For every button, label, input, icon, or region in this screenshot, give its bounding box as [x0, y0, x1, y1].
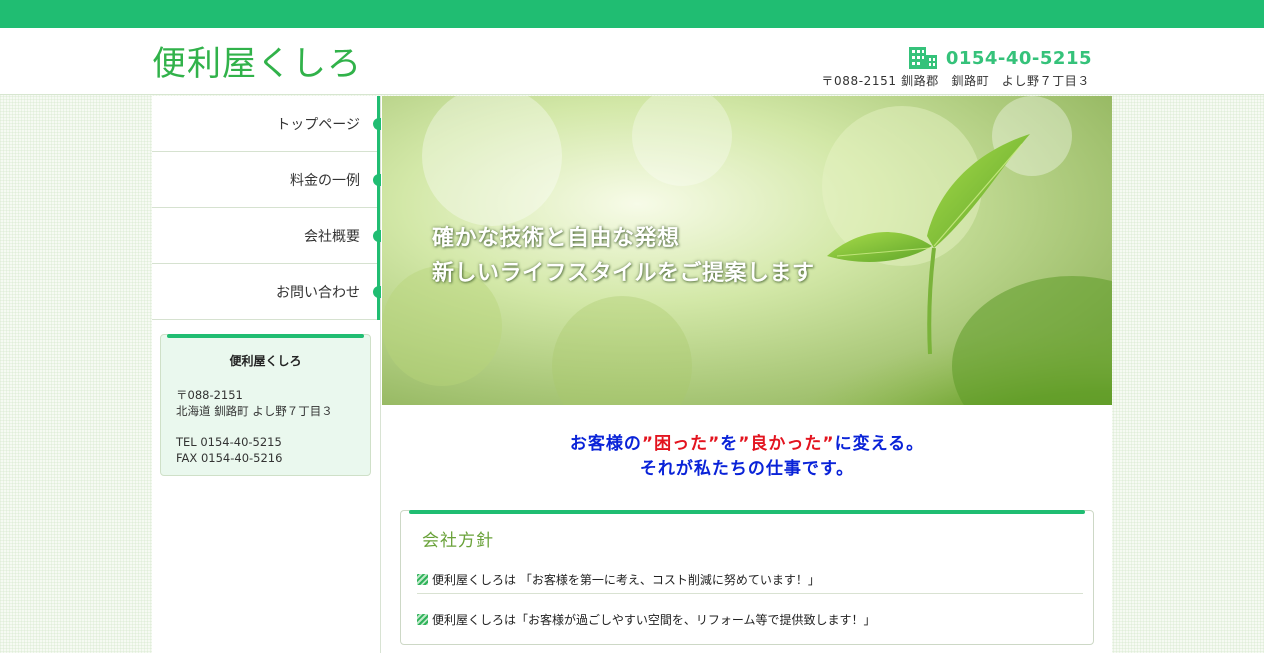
nav-item-label: トップページ: [276, 116, 360, 133]
policy-item-text: 便利屋くしろは 「お客様を第一に考え、コスト削減に努めています！」: [432, 573, 820, 587]
nav-item-contact[interactable]: お問い合わせ: [152, 264, 381, 320]
catchphrase-line1: お客様の”困った”を”良かった”に変える。: [569, 434, 925, 454]
info-body: 〒088-2151 北海道 釧路町 よし野７丁目３ TEL 0154-40-52…: [161, 369, 370, 466]
nav-knob-icon: [373, 285, 381, 298]
hero-heading-line2: 新しいライフスタイルをご提案します: [432, 261, 815, 286]
nav-item-label: お問い合わせ: [276, 284, 360, 301]
hero-heading-line1: 確かな技術と自由な発想: [432, 226, 680, 251]
main-content: 確かな技術と自由な発想 新しいライフスタイルをご提案します お客様の”困った”を…: [382, 96, 1112, 653]
site-title[interactable]: 便利屋くしろ: [152, 36, 362, 85]
nav-item-label: 会社概要: [304, 228, 360, 245]
page-container: トップページ 料金の一例 会社概要 お問い合わせ 便利屋くしろ 〒088-215…: [152, 96, 1112, 653]
info-title: 便利屋くしろ: [229, 354, 302, 368]
site-header: 便利屋くしろ 0154-40-5215 〒088-2151 釧路郡 釧路町 よし…: [0, 28, 1264, 95]
policy-item: 便利屋くしろは「お客様が過ごしやすい空間を、リフォーム等で提供致します！」: [417, 605, 1083, 633]
company-policy-box: 会社方針 便利屋くしろは 「お客様を第一に考え、コスト削減に努めています！」 便…: [400, 510, 1094, 645]
catchphrase-line2: それが私たちの仕事です。: [639, 459, 855, 479]
building-icon: [908, 47, 937, 69]
info-fax: FAX 0154-40-5216: [176, 451, 283, 465]
nav-item-company[interactable]: 会社概要: [152, 208, 381, 264]
info-address: 北海道 釧路町 よし野７丁目３: [176, 404, 333, 418]
nav-item-pricing[interactable]: 料金の一例: [152, 152, 381, 208]
nav-knob-icon: [373, 117, 381, 130]
nav-item-top[interactable]: トップページ: [152, 96, 381, 152]
nav-knob-icon: [373, 173, 381, 186]
nav-item-label: 料金の一例: [290, 172, 360, 189]
info-postal: 〒088-2151: [176, 388, 243, 402]
sidebar: トップページ 料金の一例 会社概要 お問い合わせ 便利屋くしろ 〒088-215…: [152, 96, 381, 653]
bullet-icon: [417, 574, 428, 585]
phone-contact: 0154-40-5215: [908, 46, 1092, 70]
bullet-icon: [417, 613, 428, 625]
info-tel: TEL 0154-40-5215: [176, 435, 282, 449]
hero-banner: 確かな技術と自由な発想 新しいライフスタイルをご提案します: [382, 96, 1112, 405]
policy-item-text: 便利屋くしろは「お客様が過ごしやすい空間を、リフォーム等で提供致します！」: [432, 612, 876, 627]
top-accent-bar: [0, 0, 1264, 28]
policy-item: 便利屋くしろは 「お客様を第一に考え、コスト削減に努めています！」: [417, 566, 1083, 594]
nav-knob-icon: [373, 229, 381, 242]
catchphrase: お客様の”困った”を”良かった”に変える。 それが私たちの仕事です。: [382, 432, 1112, 482]
company-info-box: 便利屋くしろ 〒088-2151 北海道 釧路町 よし野７丁目３ TEL 015…: [160, 334, 371, 476]
phone-number[interactable]: 0154-40-5215: [946, 48, 1092, 69]
header-address: 〒088-2151 釧路郡 釧路町 よし野７丁目３: [821, 74, 1090, 88]
policy-title: 会社方針: [422, 531, 494, 551]
